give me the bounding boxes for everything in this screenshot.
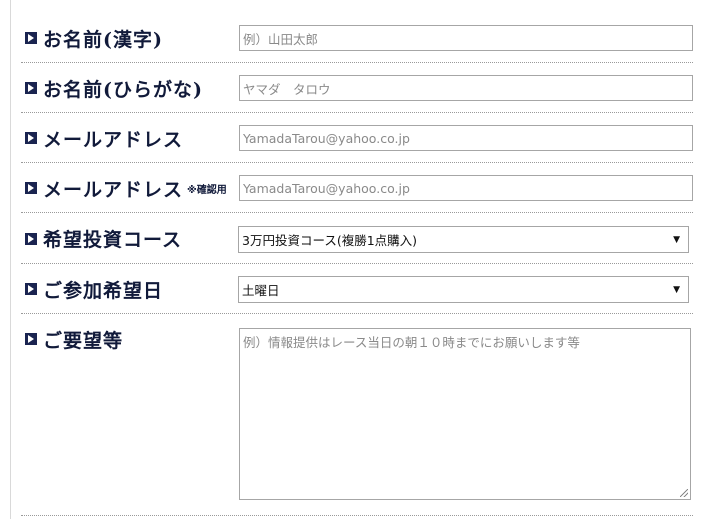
name-kanji-placeholder: 例）山田太郎 — [243, 31, 319, 47]
name-kanji-label: お名前(漢字) — [43, 28, 163, 51]
left-border — [10, 0, 11, 519]
arrow-bullet-icon — [25, 333, 37, 345]
date-select[interactable]: 土曜日 ▼ — [238, 276, 689, 303]
arrow-bullet-icon — [25, 283, 37, 295]
email-confirm-input[interactable]: YamadaTarou@yahoo.co.jp — [239, 175, 693, 201]
dropdown-arrow-icon: ▼ — [673, 284, 680, 295]
request-placeholder: 例）情報提供はレース当日の朝１０時までにお願いします等 — [243, 335, 580, 350]
email-placeholder: YamadaTarou@yahoo.co.jp — [243, 130, 410, 146]
request-label: ご要望等 — [43, 329, 124, 352]
course-select[interactable]: 3万円投資コース(複勝1点購入) ▼ — [238, 226, 689, 253]
request-textarea[interactable]: 例）情報提供はレース当日の朝１０時までにお願いします等 — [239, 328, 691, 500]
field-label: ご要望等 — [25, 315, 123, 363]
date-selected-value: 土曜日 — [242, 283, 280, 298]
form-row-name-kana: お名前(ひらがな) ヤマダ タロウ — [21, 64, 693, 113]
email-confirm-placeholder: YamadaTarou@yahoo.co.jp — [243, 180, 410, 196]
name-kana-input[interactable]: ヤマダ タロウ — [239, 75, 693, 101]
arrow-bullet-icon — [25, 232, 37, 245]
name-kana-label: お名前(ひらがな) — [43, 78, 203, 101]
arrow-bullet-icon — [25, 82, 37, 94]
form-row-request: ご要望等 例）情報提供はレース当日の朝１０時までにお願いします等 — [21, 315, 693, 516]
form-row-email: メールアドレス YamadaTarou@yahoo.co.jp — [21, 114, 693, 163]
dropdown-arrow-icon: ▼ — [673, 234, 680, 245]
name-kanji-input[interactable]: 例）山田太郎 — [239, 25, 693, 51]
form-row-name-kanji: お名前(漢字) 例）山田太郎 — [21, 14, 693, 63]
field-label: お名前(ひらがな) — [25, 64, 203, 112]
field-label: 希望投資コース — [25, 214, 182, 263]
email-input[interactable]: YamadaTarou@yahoo.co.jp — [239, 125, 693, 151]
arrow-bullet-icon — [25, 182, 37, 194]
course-label: 希望投資コース — [43, 229, 183, 251]
arrow-bullet-icon — [25, 32, 37, 44]
form-row-date: ご参加希望日 土曜日 ▼ — [21, 265, 693, 314]
confirm-note: ※確認用 — [187, 184, 227, 196]
resize-handle-icon[interactable] — [680, 489, 688, 497]
field-label: お名前(漢字) — [25, 14, 163, 62]
form-row-email-confirm: メールアドレス ※確認用 YamadaTarou@yahoo.co.jp — [21, 164, 693, 213]
field-label: メールアドレス ※確認用 — [25, 164, 227, 212]
name-kana-placeholder: ヤマダ タロウ — [243, 81, 331, 97]
email-label: メールアドレス — [43, 128, 184, 151]
arrow-bullet-icon — [25, 132, 37, 144]
email-confirm-label: メールアドレス — [43, 178, 184, 201]
course-selected-value: 3万円投資コース(複勝1点購入) — [242, 233, 418, 248]
field-label: ご参加希望日 — [25, 265, 163, 313]
form-row-course: 希望投資コース 3万円投資コース(複勝1点購入) ▼ — [21, 214, 693, 264]
date-label: ご参加希望日 — [43, 279, 164, 302]
field-label: メールアドレス — [25, 114, 183, 162]
